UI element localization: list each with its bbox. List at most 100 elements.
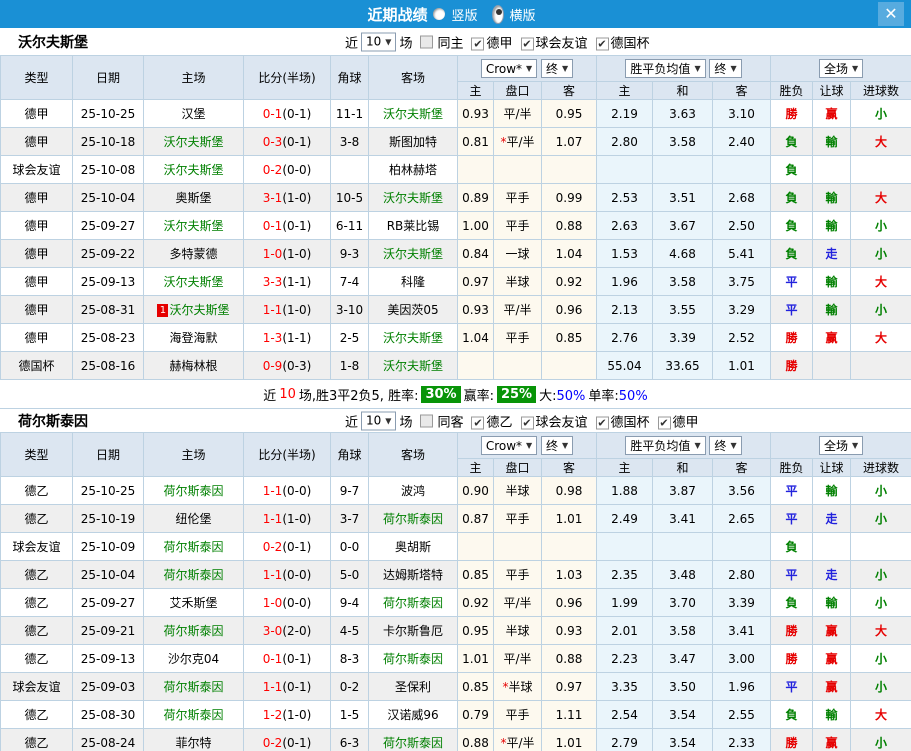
- crow-handicap: 半球: [493, 616, 542, 645]
- match-count-select[interactable]: 10 ▼: [361, 411, 397, 430]
- match-date: 25-10-25: [72, 476, 144, 505]
- corner-count: 6-3: [330, 728, 369, 751]
- league-type-badge: 德甲: [0, 323, 73, 352]
- avg-home-odds: 2.80: [596, 127, 653, 156]
- crow-home-odds: 0.79: [457, 700, 494, 729]
- final-avg-select[interactable]: 终 ▼: [709, 59, 742, 78]
- crow-away-odds: 1.03: [541, 560, 597, 589]
- league-filter-checkbox[interactable]: ✔: [520, 37, 534, 50]
- away-team: 沃尔夫斯堡: [368, 239, 458, 268]
- score-halftime: 3-0(2-0): [243, 616, 331, 645]
- section-head-home-team: 沃尔夫斯堡 近 10 ▼ 场 同主 ✔ 德甲 ✔ 球会友谊 ✔ 德国杯: [0, 28, 911, 55]
- avg-draw-odds: 3.58: [652, 127, 713, 156]
- avg-away-odds: 3.39: [711, 588, 772, 617]
- corner-count: 4-5: [330, 616, 369, 645]
- final-avg-select[interactable]: 终 ▼: [709, 436, 742, 455]
- home-team: 赫梅林根: [143, 351, 244, 380]
- league-filter-checkbox[interactable]: ✔: [520, 416, 534, 429]
- avg-draw-odds: 3.55: [652, 295, 713, 324]
- avg-odds-select[interactable]: 胜平负均值 ▼: [625, 436, 706, 455]
- score-halftime: 1-1(0-0): [243, 560, 331, 589]
- league-type-badge: 德乙: [0, 560, 73, 589]
- crow-home-odds: 0.97: [457, 267, 494, 296]
- crow-handicap: *平/半: [493, 728, 542, 751]
- crow-handicap: 平/半: [493, 99, 542, 128]
- score-halftime: 1-3(1-1): [243, 323, 331, 352]
- fullmatch-select[interactable]: 全场 ▼: [818, 436, 864, 455]
- avg-draw-odds: [652, 532, 713, 561]
- result-goals: 小: [850, 644, 911, 673]
- result-handicap: 輸: [812, 183, 852, 212]
- match-row: 德甲 25-10-04 奥斯堡 3-1(1-0) 10-5 沃尔夫斯堡 0.89 平手 0.99…: [0, 183, 911, 212]
- corner-count: 2-5: [330, 323, 369, 352]
- match-row: 德国杯 25-08-16 赫梅林根 0-9(0-3) 1-8 沃尔夫斯堡 55.04 33.6…: [0, 351, 911, 380]
- record-table-away: 类型 日期 主场 比分(半场) 角球 客场 Crow* ▼ 终 ▼ 胜平负均值 ▼ 终…: [0, 432, 911, 751]
- league-type-badge: 德乙: [0, 588, 73, 617]
- crow-away-odds: [541, 532, 597, 561]
- col-result-handicap: 让球: [812, 458, 852, 477]
- crow-handicap: [493, 532, 542, 561]
- match-row: 德甲 25-09-22 多特蒙德 1-0(1-0) 9-3 沃尔夫斯堡 0.84 一球 1.04…: [0, 239, 911, 268]
- league-filter-label: 德甲: [672, 415, 699, 430]
- league-filter-label: 德乙: [486, 415, 513, 430]
- col-odds-away: 客: [541, 458, 597, 477]
- horizontal-layout-radio[interactable]: [491, 4, 504, 24]
- match-date: 25-09-03: [72, 672, 144, 701]
- corner-count: 6-11: [330, 211, 369, 240]
- result-goals: 小: [850, 728, 911, 751]
- result-handicap: 赢: [812, 616, 852, 645]
- league-type-badge: 球会友谊: [0, 155, 73, 184]
- crow-home-odds: 1.01: [457, 644, 494, 673]
- match-date: 25-08-24: [72, 728, 144, 751]
- avg-away-odds: 3.10: [711, 99, 772, 128]
- away-team: 波鸿: [368, 476, 458, 505]
- vertical-layout-radio[interactable]: [433, 8, 446, 20]
- final-odds-select[interactable]: 终 ▼: [541, 58, 574, 78]
- avg-home-odds: 1.96: [596, 267, 653, 296]
- fullmatch-select[interactable]: 全场 ▼: [818, 59, 864, 78]
- league-filter-checkbox[interactable]: ✔: [595, 37, 609, 50]
- result-outcome: 負: [770, 239, 814, 268]
- result-handicap: 輸: [812, 700, 852, 729]
- match-row: 德甲 25-08-23 海登海默 1-3(1-1) 2-5 沃尔夫斯堡 1.04 平手 0.85…: [0, 323, 911, 352]
- crow-handicap: 平手: [493, 700, 542, 729]
- league-filter-label: 德国杯: [610, 415, 650, 430]
- league-filter-checkbox[interactable]: ✔: [657, 416, 671, 429]
- match-count-select[interactable]: 10 ▼: [361, 32, 397, 51]
- same-venue-label: 同主: [437, 36, 464, 51]
- close-icon[interactable]: ✕: [878, 2, 904, 26]
- crow-home-odds: 0.85: [457, 560, 494, 589]
- league-filter-checkbox[interactable]: ✔: [595, 416, 609, 429]
- league-type-badge: 德甲: [0, 99, 73, 128]
- crow-handicap: 平手: [493, 323, 542, 352]
- result-outcome: 負: [770, 532, 814, 561]
- avg-draw-odds: [652, 155, 713, 184]
- league-filter-checkbox[interactable]: ✔: [471, 37, 485, 50]
- corner-count: 9-4: [330, 588, 369, 617]
- same-venue-checkbox[interactable]: [420, 35, 434, 48]
- score-halftime: 0-3(0-1): [243, 127, 331, 156]
- corner-count: 3-8: [330, 127, 369, 156]
- avg-away-odds: 3.41: [711, 616, 772, 645]
- avg-draw-odds: 3.48: [652, 560, 713, 589]
- bookmaker-select[interactable]: Crow* ▼: [480, 436, 538, 456]
- bookmaker-select[interactable]: Crow* ▼: [480, 59, 538, 79]
- avg-away-odds: 2.52: [711, 323, 772, 352]
- avg-odds-select[interactable]: 胜平负均值 ▼: [625, 59, 706, 78]
- match-date: 25-09-27: [72, 588, 144, 617]
- result-handicap: 赢: [812, 644, 852, 673]
- matches-label: 场: [399, 415, 413, 430]
- same-venue-checkbox[interactable]: [420, 414, 434, 427]
- avg-away-odds: 3.56: [711, 476, 772, 505]
- col-result-goals: 进球数: [850, 458, 911, 477]
- avg-home-odds: 1.53: [596, 239, 653, 268]
- corner-count: 3-7: [330, 504, 369, 533]
- crow-away-odds: 1.04: [541, 239, 597, 268]
- col-avg-draw: 和: [652, 458, 713, 477]
- league-filter-checkbox[interactable]: ✔: [471, 416, 485, 429]
- result-handicap: 輸: [812, 588, 852, 617]
- result-outcome: 平: [770, 267, 814, 296]
- result-handicap: 赢: [812, 99, 852, 128]
- match-row: 德乙 25-09-13 沙尔克04 0-1(0-1) 8-3 荷尔斯泰因 1.01 平/半 0.…: [0, 644, 911, 673]
- final-odds-select[interactable]: 终 ▼: [541, 435, 574, 455]
